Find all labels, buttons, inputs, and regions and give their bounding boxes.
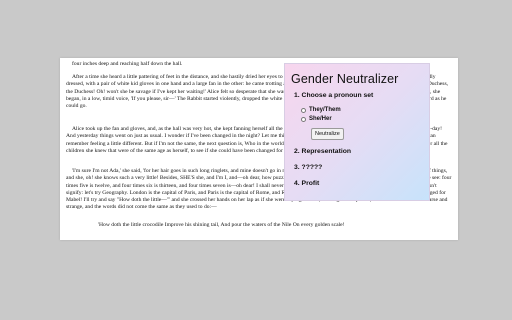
radio-she-her[interactable]: She/Her: [301, 116, 332, 122]
poem-stanza: 'How doth the little crocodile Improve h…: [98, 222, 345, 228]
neutralize-button[interactable]: Neutralize: [311, 128, 344, 140]
extension-popup: Gender Neutralizer 1. Choose a pronoun s…: [284, 63, 430, 201]
radio-label: She/Her: [309, 116, 332, 122]
radio-button-icon[interactable]: [301, 107, 306, 113]
radio-button-icon[interactable]: [301, 116, 306, 122]
radio-they-them[interactable]: They/Them: [301, 107, 341, 113]
section-choose-pronoun: 1. Choose a pronoun set: [294, 92, 374, 99]
section-representation: 2. Representation: [294, 148, 352, 155]
section-question-marks: 3. ?????: [294, 164, 323, 171]
section-profit: 4. Profit: [294, 180, 320, 187]
popup-title: Gender Neutralizer: [291, 72, 399, 86]
radio-label: They/Them: [309, 107, 341, 113]
